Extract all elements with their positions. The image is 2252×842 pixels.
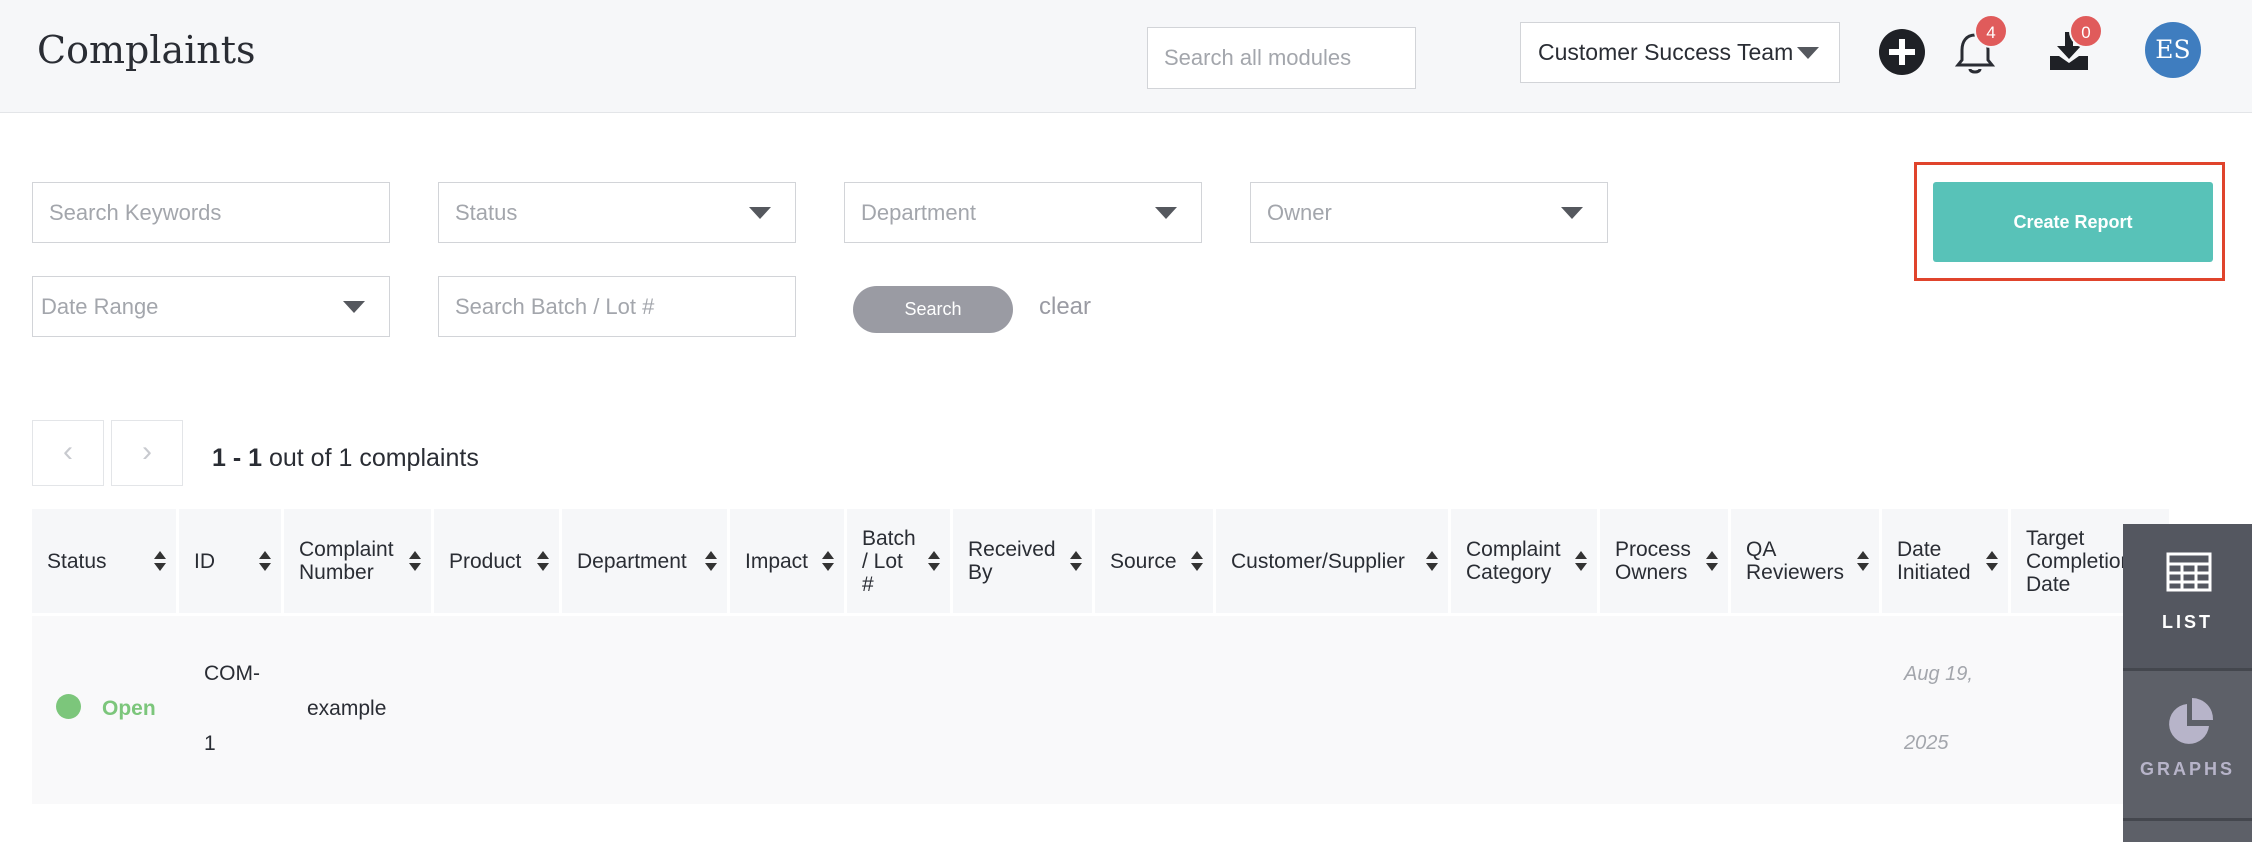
- sort-icon: [1857, 551, 1869, 571]
- sort-icon: [1426, 551, 1438, 571]
- column-header-label: Product: [449, 549, 522, 573]
- downloads-badge: 0: [2069, 14, 2103, 48]
- sort-icon: [1986, 551, 1998, 571]
- column-header-label: Department: [577, 549, 687, 573]
- sort-icon: [705, 551, 717, 571]
- chevron-down-icon: [1155, 207, 1177, 219]
- date-range-label: Date Range: [41, 293, 159, 319]
- sort-icon: [1575, 551, 1587, 571]
- status-filter-label: Status: [455, 199, 518, 225]
- column-header-id[interactable]: ID: [179, 509, 284, 613]
- complaint-number-text[interactable]: example: [307, 697, 386, 721]
- team-select[interactable]: Customer Success Team: [1520, 22, 1840, 83]
- status-open-indicator: [56, 694, 81, 719]
- sort-icon: [1706, 551, 1718, 571]
- table-header: Status ID Complaint Number Product Depar…: [32, 509, 2172, 613]
- graphs-label: GRAPHS: [2139, 759, 2235, 779]
- column-header-customer-supplier[interactable]: Customer/Supplier: [1216, 509, 1451, 613]
- column-header-label: Batch / Lot #: [862, 526, 916, 596]
- column-header-process-owners[interactable]: Process Owners: [1600, 509, 1731, 613]
- column-header-source[interactable]: Source: [1095, 509, 1216, 613]
- create-report-button[interactable]: Create Report: [1933, 182, 2213, 262]
- column-header-received-by[interactable]: Received By: [953, 509, 1095, 613]
- chevron-down-icon: [1561, 207, 1583, 219]
- sort-icon: [928, 551, 940, 571]
- chevron-down-icon: [343, 301, 365, 313]
- column-header-label: Date Initiated: [1897, 538, 1971, 584]
- list-view-button[interactable]: LIST: [2123, 524, 2252, 668]
- sort-icon: [154, 551, 166, 571]
- id-text-line1: COM-: [204, 662, 260, 685]
- department-filter-label: Department: [861, 199, 976, 225]
- sort-icon: [1070, 551, 1082, 571]
- pager-range: 1 - 1: [212, 444, 263, 472]
- department-filter-select[interactable]: Department: [844, 182, 1202, 243]
- notifications-badge: 4: [1974, 14, 2008, 48]
- column-header-batch-lot[interactable]: Batch / Lot #: [847, 509, 953, 613]
- column-header-label: Process Owners: [1615, 538, 1691, 584]
- column-header-label: Complaint Number: [299, 538, 394, 584]
- page-title: Complaints: [37, 28, 256, 72]
- graphs-view-button[interactable]: GRAPHS: [2123, 671, 2252, 818]
- column-header-label: QA Reviewers: [1746, 538, 1845, 584]
- chevron-down-icon: [1797, 47, 1819, 59]
- pager-total: out of 1 complaints: [262, 444, 479, 472]
- batch-lot-search-input[interactable]: [438, 276, 796, 337]
- sort-icon: [259, 551, 271, 571]
- prev-page-button[interactable]: ‹: [32, 420, 104, 486]
- column-header-date-initiated[interactable]: Date Initiated: [1882, 509, 2011, 613]
- column-header-label: Received By: [968, 538, 1056, 584]
- owner-filter-select[interactable]: Owner: [1250, 182, 1608, 243]
- column-header-status[interactable]: Status: [32, 509, 179, 613]
- date-initiated-line1: Aug 19,: [1904, 663, 1973, 685]
- column-header-label: ID: [194, 549, 215, 573]
- chevron-down-icon: [749, 207, 771, 219]
- list-label: LIST: [2162, 612, 2213, 632]
- pie-chart-icon: [2169, 698, 2214, 744]
- id-text-line2: 1: [204, 732, 216, 755]
- column-header-impact[interactable]: Impact: [730, 509, 847, 613]
- global-search-input[interactable]: [1147, 27, 1416, 89]
- add-icon[interactable]: [1879, 29, 1925, 75]
- sort-icon: [822, 551, 834, 571]
- user-avatar[interactable]: ES: [2145, 22, 2201, 78]
- column-header-product[interactable]: Product: [434, 509, 562, 613]
- view-switcher-panel: LIST GRAPHS: [2123, 524, 2252, 842]
- keywords-search-input[interactable]: [32, 182, 390, 243]
- column-header-label: Impact: [745, 549, 809, 573]
- date-initiated-line2: 2025: [1904, 732, 1949, 754]
- status-filter-select[interactable]: Status: [438, 182, 796, 243]
- next-page-button[interactable]: ›: [111, 420, 183, 486]
- column-header-label: Customer/Supplier: [1231, 549, 1405, 573]
- status-text: Open: [102, 697, 156, 720]
- column-header-department[interactable]: Department: [562, 509, 730, 613]
- column-header-label: Source: [1110, 549, 1177, 573]
- pager-summary: 1 - 1 out of 1 complaints: [212, 444, 479, 473]
- team-select-value: Customer Success Team: [1538, 39, 1794, 65]
- sort-icon: [1191, 551, 1203, 571]
- column-header-complaint-number[interactable]: Complaint Number: [284, 509, 434, 613]
- column-header-label: Complaint Category: [1466, 538, 1561, 584]
- top-header: Complaints Customer Success Team 4 0 ES: [0, 0, 2252, 113]
- column-header-complaint-category[interactable]: Complaint Category: [1451, 509, 1600, 613]
- clear-link[interactable]: clear: [1039, 293, 1091, 321]
- divider: [2123, 818, 2252, 821]
- sort-icon: [409, 551, 421, 571]
- table-icon: [2166, 552, 2212, 592]
- sort-icon: [537, 551, 549, 571]
- owner-filter-label: Owner: [1267, 199, 1332, 225]
- column-header-label: Status: [47, 549, 107, 573]
- column-header-qa-reviewers[interactable]: QA Reviewers: [1731, 509, 1882, 613]
- date-range-select[interactable]: Date Range: [32, 276, 390, 337]
- search-button[interactable]: Search: [853, 286, 1013, 333]
